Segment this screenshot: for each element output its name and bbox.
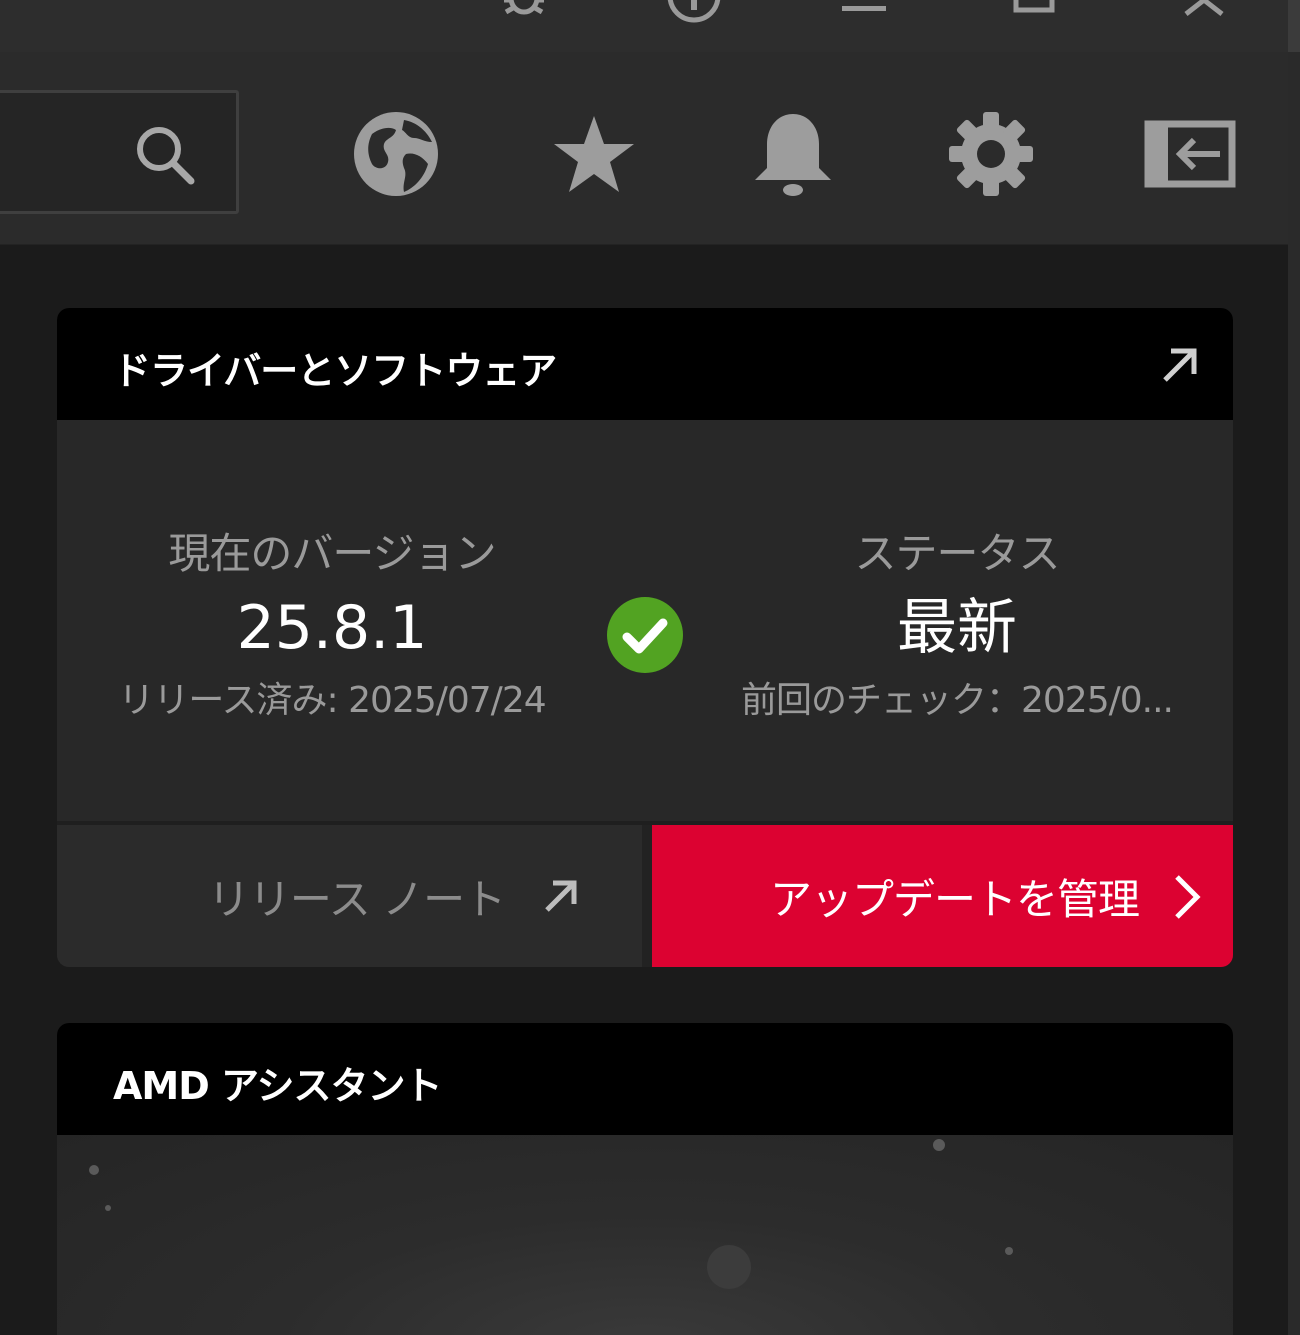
manage-updates-button[interactable]: アップデートを管理 bbox=[652, 825, 1233, 967]
decorative-dot bbox=[89, 1165, 99, 1175]
bug-icon[interactable] bbox=[496, 0, 552, 26]
card-title: ドライバーとソフトウェア bbox=[113, 349, 557, 393]
status-block: ステータス 最新 前回のチェック：2025/0... bbox=[717, 526, 1197, 726]
amd-assistant-card: AMD アシスタント bbox=[57, 1023, 1233, 1335]
gear-icon[interactable] bbox=[945, 108, 1037, 200]
star-icon[interactable] bbox=[548, 108, 640, 200]
decorative-dot bbox=[933, 1139, 945, 1151]
release-notes-button[interactable]: リリース ノート bbox=[57, 825, 642, 967]
collapse-panel-icon[interactable] bbox=[1144, 108, 1236, 200]
drivers-software-card: ドライバーとソフトウェア 現在のバージョン 25.8.1 リリース済み: 202… bbox=[57, 308, 1233, 967]
card-header: AMD アシスタント bbox=[57, 1023, 1233, 1135]
assistant-background-image bbox=[57, 1135, 1233, 1335]
release-date-text: リリース済み: 2025/07/24 bbox=[118, 680, 546, 721]
globe-icon[interactable] bbox=[350, 108, 442, 200]
close-icon[interactable] bbox=[1176, 0, 1232, 26]
decorative-dot bbox=[707, 1245, 751, 1289]
app-window: ドライバーとソフトウェア 現在のバージョン 25.8.1 リリース済み: 202… bbox=[0, 0, 1300, 1335]
current-version-block: 現在のバージョン 25.8.1 リリース済み: 2025/07/24 bbox=[97, 526, 567, 726]
status-label: ステータス bbox=[854, 529, 1060, 578]
last-checked-text: 前回のチェック：2025/0... bbox=[741, 680, 1174, 721]
minimize-icon[interactable] bbox=[836, 0, 892, 26]
open-external-icon[interactable] bbox=[1159, 344, 1201, 386]
current-version-value: 25.8.1 bbox=[236, 593, 428, 663]
divider bbox=[642, 825, 652, 967]
search-icon[interactable] bbox=[131, 121, 197, 187]
bell-icon[interactable] bbox=[747, 108, 839, 200]
info-icon[interactable] bbox=[666, 0, 722, 26]
manage-updates-label: アップデートを管理 bbox=[770, 874, 1140, 924]
release-notes-label: リリース ノート bbox=[207, 874, 506, 924]
header-toolbar bbox=[0, 52, 1288, 245]
current-version-label: 現在のバージョン bbox=[168, 529, 496, 578]
title-bar bbox=[0, 0, 1288, 52]
window-edge-inner bbox=[1288, 52, 1300, 1335]
decorative-dot bbox=[105, 1205, 111, 1211]
card-title: AMD アシスタント bbox=[113, 1064, 442, 1108]
maximize-icon[interactable] bbox=[1006, 0, 1062, 26]
status-value: 最新 bbox=[897, 593, 1017, 663]
card-header: ドライバーとソフトウェア bbox=[57, 308, 1233, 420]
check-circle-icon bbox=[607, 597, 683, 673]
chevron-right-icon bbox=[1175, 875, 1201, 919]
decorative-dot bbox=[1005, 1247, 1013, 1255]
external-link-icon bbox=[545, 880, 577, 912]
search-input[interactable] bbox=[0, 90, 239, 214]
